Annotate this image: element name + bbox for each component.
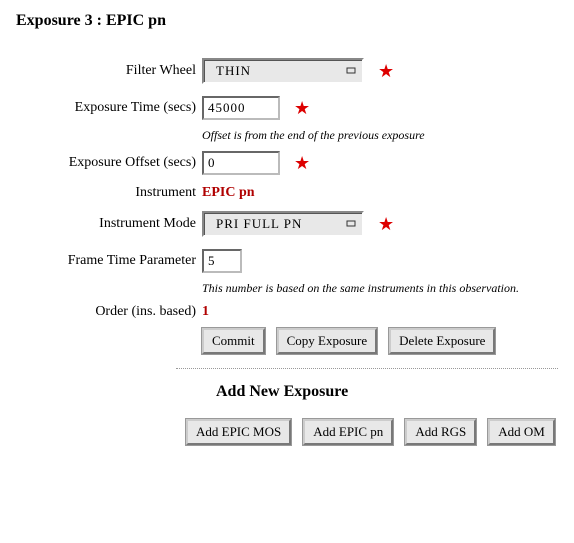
dropdown-icon [346, 66, 356, 76]
frame-time-input[interactable] [202, 249, 242, 273]
instrument-mode-value: PRI FULL PN [216, 216, 302, 232]
page-title: Exposure 3 : EPIC pn [16, 12, 558, 30]
exposure-offset-label: Exposure Offset (secs) [36, 155, 202, 171]
instrument-label: Instrument [36, 185, 202, 201]
required-star-icon: ★ [294, 99, 310, 117]
instrument-mode-label: Instrument Mode [36, 216, 202, 232]
exposure-offset-input[interactable] [202, 151, 280, 175]
frame-time-label: Frame Time Parameter [36, 253, 202, 269]
exposure-form: Filter Wheel THIN ★ Exposure Time (secs)… [36, 58, 558, 445]
offset-note: Offset is from the end of the previous e… [202, 128, 558, 143]
instrument-mode-select[interactable]: PRI FULL PN [202, 211, 364, 237]
required-star-icon: ★ [378, 215, 394, 233]
required-star-icon: ★ [378, 62, 394, 80]
add-rgs-button[interactable]: Add RGS [405, 419, 476, 445]
order-label: Order (ins. based) [36, 304, 202, 320]
exposure-time-label: Exposure Time (secs) [36, 100, 202, 116]
filter-wheel-label: Filter Wheel [36, 63, 202, 79]
required-star-icon: ★ [294, 154, 310, 172]
order-value: 1 [202, 304, 209, 320]
add-epic-mos-button[interactable]: Add EPIC MOS [186, 419, 291, 445]
filter-wheel-select[interactable]: THIN [202, 58, 364, 84]
exposure-time-input[interactable] [202, 96, 280, 120]
filter-wheel-value: THIN [216, 63, 251, 79]
delete-exposure-button[interactable]: Delete Exposure [389, 328, 495, 354]
commit-button[interactable]: Commit [202, 328, 265, 354]
add-om-button[interactable]: Add OM [488, 419, 555, 445]
instrument-value: EPIC pn [202, 185, 255, 201]
add-epic-pn-button[interactable]: Add EPIC pn [303, 419, 393, 445]
copy-exposure-button[interactable]: Copy Exposure [277, 328, 378, 354]
add-exposure-heading: Add New Exposure [216, 383, 558, 401]
dropdown-icon [346, 219, 356, 229]
frame-note: This number is based on the same instrum… [202, 281, 558, 296]
section-divider [176, 368, 558, 369]
